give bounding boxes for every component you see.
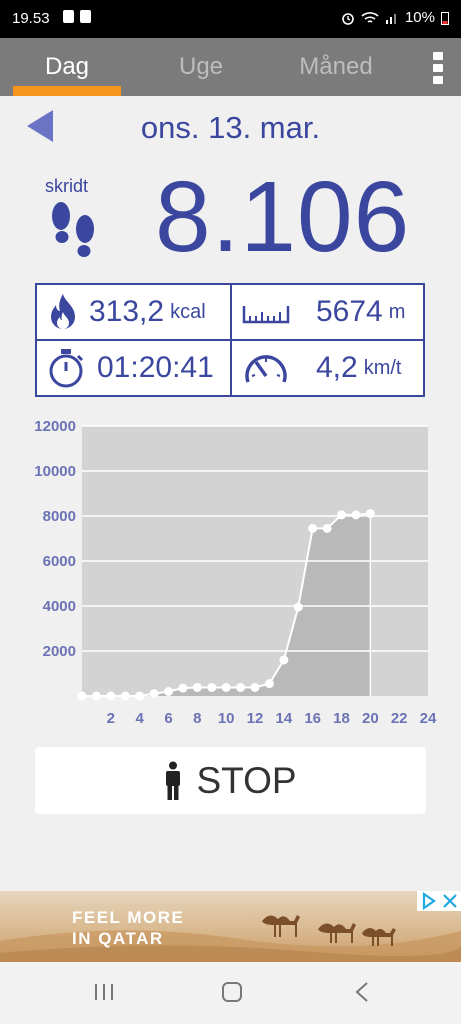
back-icon[interactable]	[352, 980, 372, 1004]
flame-icon	[51, 294, 75, 329]
ruler-icon	[242, 306, 290, 324]
chart-x-tick-label: 22	[391, 710, 408, 727]
ad-text-line2: IN QATAR	[72, 929, 164, 948]
system-nav-bar	[0, 962, 461, 1024]
signal-icon	[385, 13, 396, 24]
footprints-icon	[52, 202, 94, 257]
chart-y-tick-label: 12000	[34, 418, 76, 435]
speed-value: 4,2	[316, 351, 358, 384]
distance-unit: m	[388, 300, 406, 323]
speedometer-icon	[245, 355, 287, 383]
alarm-icon	[342, 12, 354, 25]
chart-x-tick-label: 14	[275, 710, 292, 727]
active-tab-indicator	[13, 86, 121, 96]
chart-data-point	[149, 689, 159, 699]
calories-unit: kcal	[170, 300, 206, 323]
chart-x-tick-label: 8	[193, 710, 201, 727]
chart-data-point	[91, 691, 101, 701]
chart-data-point	[365, 509, 375, 519]
ad-text-line1: FEEL MORE	[72, 908, 185, 927]
tab-bar: Dag Uge Måned	[0, 38, 461, 96]
duration-value: 01:20:41	[97, 351, 214, 384]
recent-apps-icon[interactable]	[93, 980, 115, 1004]
tab-month-label: Måned	[299, 53, 373, 80]
calories-value: 313,2	[89, 295, 165, 328]
wifi-icon	[361, 11, 379, 23]
chart-x-tick-label: 16	[304, 710, 321, 727]
chart-data-point	[207, 682, 217, 692]
chart-x-tick-label: 12	[247, 710, 264, 727]
speed-unit: km/t	[363, 356, 402, 379]
stop-button[interactable]: STOP	[35, 747, 426, 814]
step-count: 8.106	[155, 161, 411, 273]
date-row: ons. 13. mar.	[0, 104, 461, 145]
chart-data-point	[192, 682, 202, 692]
chart-data-point	[293, 602, 303, 612]
chart-x-tick-label: 20	[362, 710, 379, 727]
chart-x-tick-label: 10	[218, 710, 235, 727]
chart-data-point	[236, 682, 246, 692]
notification-icon	[63, 10, 74, 23]
chart-data-point	[351, 510, 361, 520]
stop-button-label: STOP	[196, 759, 297, 801]
current-date: ons. 13. mar.	[140, 110, 321, 145]
ad-banner[interactable]: FEEL MORE IN QATAR	[0, 891, 461, 962]
chart-x-tick-label: 4	[135, 710, 144, 727]
chart-data-point	[250, 682, 260, 692]
tab-week-label: Uge	[178, 53, 224, 80]
system-icons: 10%	[341, 9, 449, 26]
chart-y-tick-label: 10000	[34, 463, 76, 480]
chart-data-point	[77, 691, 87, 701]
chart-y-tick-label: 8000	[43, 508, 76, 525]
chart-data-point	[135, 691, 145, 701]
calories-cell: 313,2 kcal	[47, 285, 227, 339]
chart-y-tick-label: 4000	[43, 598, 76, 615]
chart-data-point	[164, 687, 173, 696]
ad-close-icon[interactable]	[440, 891, 460, 911]
duration-cell: 01:20:41	[47, 341, 227, 395]
stats-grid: 313,2 kcal 5674 m 01:20:41 4,2 km/t	[35, 283, 425, 397]
status-time: 19.53	[12, 10, 50, 27]
chart-x-tick-label: 24	[420, 710, 437, 727]
chart-data-point	[120, 691, 130, 701]
tab-week[interactable]: Uge	[147, 38, 255, 96]
ad-choices-corner	[417, 891, 461, 911]
distance-cell: 5674 m	[242, 285, 422, 339]
ad-info-icon[interactable]	[419, 891, 439, 911]
speed-cell: 4,2 km/t	[242, 341, 422, 395]
status-bar: 19.53 10%	[0, 0, 461, 38]
chart-y-tick-label: 6000	[43, 553, 76, 570]
battery-percent: 10%	[404, 9, 435, 26]
overflow-menu-icon[interactable]	[433, 52, 445, 88]
chart-x-tick-label: 18	[333, 710, 350, 727]
ad-text: FEEL MORE IN QATAR	[72, 907, 184, 949]
chart-data-point	[221, 682, 231, 692]
chart-data-point	[178, 683, 188, 693]
chart-x-tick-label: 6	[164, 710, 172, 727]
chart-data-point	[106, 691, 116, 701]
battery-icon	[441, 11, 449, 25]
chart-data-point	[264, 679, 274, 689]
tab-month[interactable]: Måned	[280, 38, 392, 96]
chart-y-tick-label: 2000	[43, 643, 76, 660]
chart-data-point	[322, 523, 332, 533]
chart-data-point	[308, 523, 318, 533]
tab-day-label: Dag	[44, 53, 90, 80]
chart-data-point	[337, 510, 346, 520]
main-content: ons. 13. mar. skridt 8.106 313,2 kcal 56…	[0, 96, 461, 891]
notification-icons	[63, 10, 91, 23]
stopwatch-icon	[49, 349, 84, 388]
steps-label: skridt	[45, 176, 89, 196]
chart-x-tick-label: 2	[107, 710, 115, 727]
distance-value: 5674	[316, 295, 383, 328]
check-notification-icon	[80, 10, 91, 23]
home-icon[interactable]	[220, 980, 244, 1004]
chart-data-point	[279, 655, 289, 665]
dunes-image	[0, 915, 461, 962]
person-icon	[166, 761, 181, 800]
steps-chart: 200040006000800010000120002 4 6 8 10 12 14 16 18…	[34, 418, 437, 727]
